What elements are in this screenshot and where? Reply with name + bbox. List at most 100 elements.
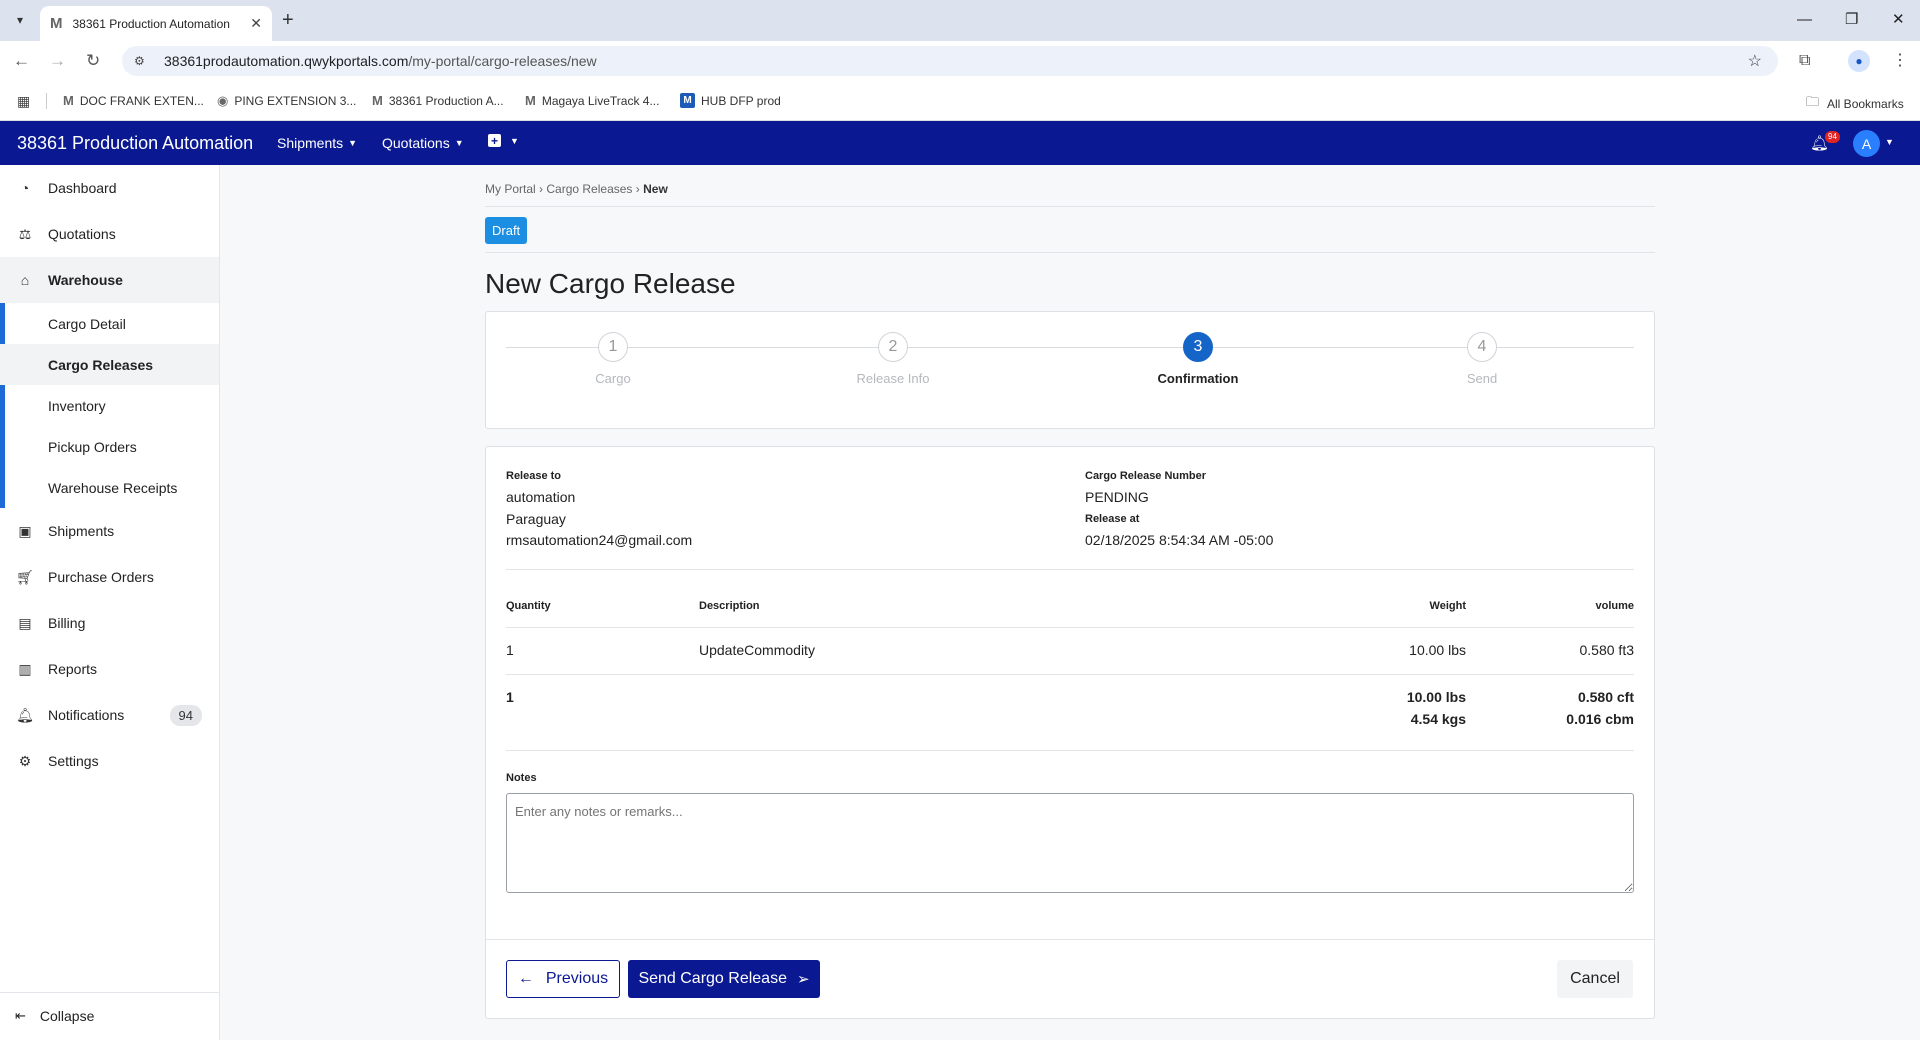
row-volume: 0.580 ft3 (1579, 642, 1635, 658)
chevron-down-icon: ▼ (348, 138, 358, 148)
billing-icon: ▤ (18, 614, 32, 631)
bookmark-item[interactable]: M DOC FRANK EXTEN... (63, 93, 204, 108)
new-tab-icon[interactable]: + (282, 8, 294, 32)
url-path: /my-portal/cargo-releases/new (408, 53, 597, 69)
browser-tab[interactable]: M 38361 Production Automation ✕ (40, 6, 272, 41)
step-label: Send (1466, 371, 1498, 386)
user-avatar[interactable]: A (1853, 130, 1880, 157)
sidebar-item-label: Settings (48, 753, 99, 769)
previous-button[interactable]: ← Previous (506, 960, 620, 998)
all-bookmarks[interactable]: 🗀 All Bookmarks (1806, 93, 1904, 115)
wizard-stepper: 1 Cargo 2 Release Info 3 Confirmation 4 … (485, 311, 1655, 429)
step-number: 2 (878, 332, 908, 362)
release-number: PENDING (1085, 489, 1149, 505)
previous-label: Previous (545, 970, 609, 987)
tab-search-icon[interactable]: ▾ (8, 8, 32, 32)
column-header-quantity: Quantity (506, 600, 551, 612)
cart-icon: 🛒︎ (16, 568, 34, 585)
step-send[interactable]: 4 Send (1382, 332, 1582, 386)
globe-icon: ◉ (217, 93, 229, 108)
site-info-icon[interactable]: ⚙ (134, 54, 154, 68)
browser-menu-icon[interactable]: ⋮ (1892, 49, 1908, 73)
sidebar: ◔ Dashboard ⚖ Quotations ⌂ Warehouse Cargo … (0, 165, 220, 1040)
bookmark-item[interactable]: ◉ PING EXTENSION 3... (217, 93, 356, 109)
plus-square-icon: + (488, 134, 501, 148)
bookmark-item[interactable]: M HUB DFP prod (680, 93, 781, 108)
nav-menu-quotations[interactable]: Quotations ▼ (382, 135, 464, 151)
url-field[interactable]: ⚙ 38361prodautomation.qwykportals.com/my… (122, 46, 1778, 76)
breadcrumb-current: New (643, 182, 668, 196)
sidebar-item-shipments[interactable]: ▣ Shipments (0, 508, 219, 554)
release-to-label: Release to (506, 470, 562, 482)
sidebar-subitem-cargo-releases[interactable]: Cargo Releases (0, 344, 219, 385)
tab-close-icon[interactable]: ✕ (250, 15, 262, 32)
bookmarks-divider (46, 93, 47, 109)
sidebar-item-reports[interactable]: ▥ Reports (0, 646, 219, 692)
url-text: 38361prodautomation.qwykportals.com/my-p… (164, 53, 597, 69)
create-new-menu[interactable]: + ▼ (488, 134, 519, 148)
breadcrumb-my-portal[interactable]: My Portal (485, 182, 536, 196)
nav-menu-label: Quotations (382, 135, 450, 151)
forward-icon[interactable]: → (49, 49, 66, 73)
quotations-icon: ⚖ (18, 225, 32, 242)
shipments-icon: ▣ (18, 522, 32, 539)
bookmark-item[interactable]: M 38361 Production A... (372, 93, 504, 108)
bookmark-star-icon[interactable]: ☆ (1748, 51, 1762, 71)
divider (506, 627, 1634, 628)
breadcrumb: My Portal › Cargo Releases › New (485, 182, 668, 196)
step-release-info[interactable]: 2 Release Info (793, 332, 993, 386)
sidebar-subitem-warehouse-receipts[interactable]: Warehouse Receipts (0, 467, 219, 508)
row-description: UpdateCommodity (699, 642, 815, 658)
cancel-button[interactable]: Cancel (1557, 960, 1633, 998)
apps-grid-icon[interactable]: ▦ (17, 93, 30, 110)
chevron-down-icon[interactable]: ▼ (1885, 137, 1894, 147)
nav-menu-shipments[interactable]: Shipments ▼ (277, 135, 357, 151)
breadcrumb-cargo-releases[interactable]: Cargo Releases (546, 182, 632, 196)
notes-textarea[interactable] (506, 793, 1634, 893)
hub-icon: M (680, 93, 695, 108)
minimize-icon[interactable]: — (1797, 8, 1812, 32)
window-close-icon[interactable]: ✕ (1892, 8, 1905, 32)
profile-icon[interactable]: ● (1848, 50, 1870, 72)
sidebar-item-purchase-orders[interactable]: 🛒︎ Purchase Orders (0, 554, 219, 600)
collapse-label: Collapse (39, 1007, 95, 1024)
warehouse-icon: ⌂ (20, 272, 30, 288)
sidebar-item-settings[interactable]: ⚙ Settings (0, 738, 219, 784)
arrow-left-icon: ← (517, 970, 534, 987)
sidebar-item-notifications[interactable]: 🔔︎ Notifications 94 (0, 692, 219, 738)
sidebar-subitem-pickup-orders[interactable]: Pickup Orders (0, 426, 219, 467)
sidebar-item-dashboard[interactable]: ◔ Dashboard (0, 165, 219, 211)
sidebar-item-billing[interactable]: ▤ Billing (0, 600, 219, 646)
reload-icon[interactable]: ↻ (86, 49, 100, 73)
release-to-email: rmsautomation24@gmail.com (506, 532, 693, 548)
send-cargo-release-button[interactable]: Send Cargo Release ➢ (628, 960, 820, 998)
browser-tab-strip: ▾ M 38361 Production Automation ✕ + — ❐ … (0, 0, 1920, 41)
divider (485, 252, 1655, 253)
status-badge: Draft (485, 217, 528, 244)
step-cargo[interactable]: 1 Cargo (513, 332, 713, 386)
release-number-label: Cargo Release Number (1085, 470, 1207, 482)
sidebar-subitem-inventory[interactable]: Inventory (0, 385, 219, 426)
extensions-icon[interactable]: ⧉ (1799, 49, 1810, 73)
send-label: Send Cargo Release (638, 970, 787, 987)
bookmark-label: PING EXTENSION 3... (234, 94, 357, 108)
page-title: New Cargo Release (485, 268, 736, 299)
bookmark-item[interactable]: M Magaya LiveTrack 4... (525, 93, 659, 108)
collapse-sidebar-button[interactable]: ⇤ Collapse (0, 992, 219, 1038)
total-volume-cbm: 0.016 cbm (1566, 711, 1634, 727)
column-header-weight: Weight (1429, 600, 1466, 612)
sidebar-item-warehouse[interactable]: ⌂ Warehouse (0, 257, 219, 303)
sidebar-item-label: Notifications (48, 707, 125, 723)
collapse-icon: ⇤ (15, 1007, 26, 1023)
sidebar-subitem-cargo-detail[interactable]: Cargo Detail (0, 303, 219, 344)
restore-icon[interactable]: ❐ (1845, 8, 1858, 32)
back-icon[interactable]: ← (13, 49, 30, 73)
main-content: My Portal › Cargo Releases › New Draft N… (220, 165, 1920, 1040)
sidebar-item-quotations[interactable]: ⚖ Quotations (0, 211, 219, 257)
brand-title[interactable]: 38361 Production Automation (17, 133, 253, 154)
chevron-down-icon: ▼ (454, 138, 464, 148)
column-header-description: Description (699, 600, 760, 612)
step-confirmation[interactable]: 3 Confirmation (1098, 332, 1298, 386)
sidebar-item-label: Warehouse (48, 272, 123, 288)
row-quantity: 1 (506, 642, 514, 658)
